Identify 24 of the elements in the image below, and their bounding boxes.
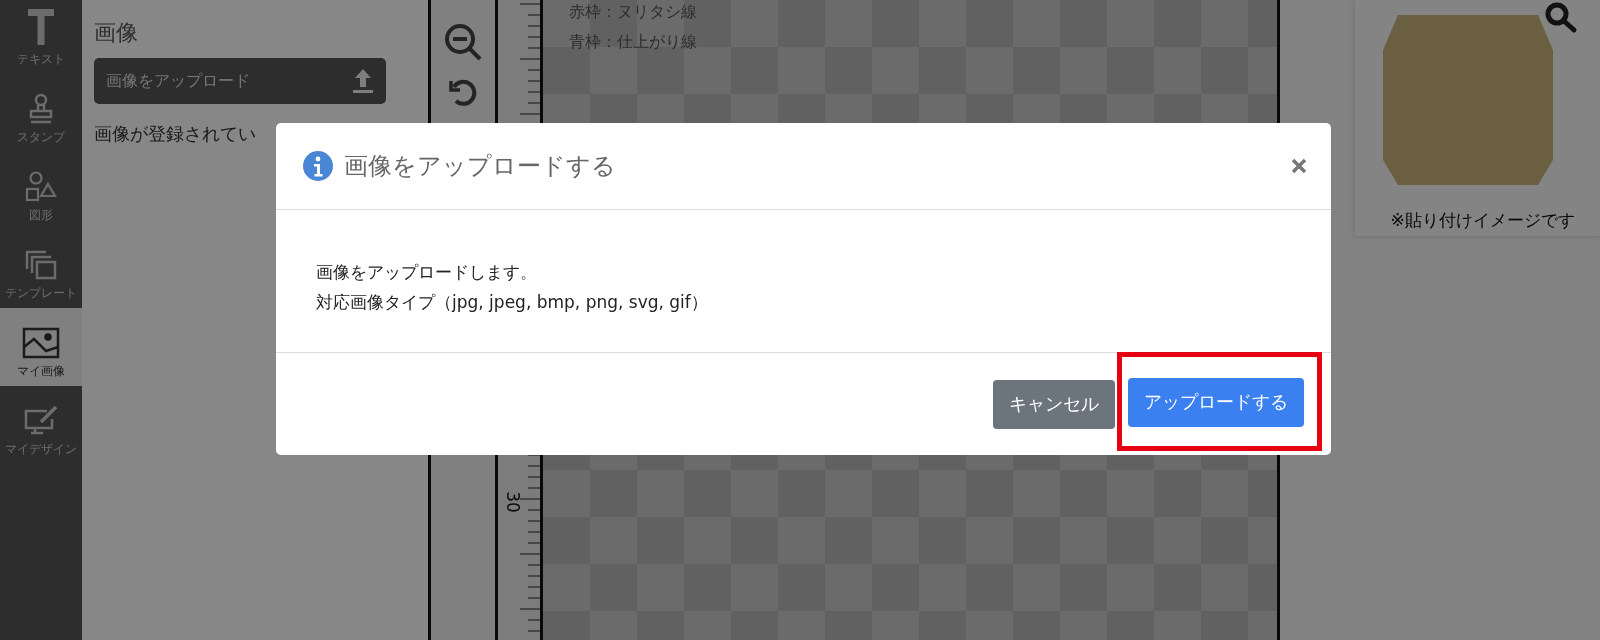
monitor-brush-icon xyxy=(23,405,59,437)
layers-icon xyxy=(24,249,58,281)
search-icon[interactable] xyxy=(1544,2,1578,34)
dialog-title: 画像をアップロードする xyxy=(344,151,617,182)
preview-caption: ※貼り付けイメージです xyxy=(1390,209,1575,232)
panel-title: 画像 xyxy=(94,19,139,47)
info-icon xyxy=(302,150,334,182)
empty-message: 画像が登録されてい xyxy=(94,122,257,146)
sidebar-item[interactable]: 図形 xyxy=(0,152,82,230)
sidebar-item[interactable]: スタンプ xyxy=(0,74,82,152)
zoom-out-icon[interactable] xyxy=(443,22,483,62)
upload-button[interactable]: 画像をアップロード xyxy=(94,58,386,104)
shapes-icon xyxy=(24,171,58,203)
upload-icon xyxy=(352,68,374,94)
dialog-text: 対応画像タイプ（jpg, jpeg, bmp, png, svg, gif） xyxy=(316,291,709,314)
close-icon[interactable] xyxy=(1291,158,1307,174)
text-icon xyxy=(26,7,56,47)
undo-icon[interactable] xyxy=(448,78,478,108)
sidebar-item[interactable]: マイ画像 xyxy=(0,308,82,386)
image-icon xyxy=(22,327,60,359)
cancel-button[interactable]: キャンセル xyxy=(993,379,1115,429)
ruler-label: 30 xyxy=(502,491,523,513)
upload-button[interactable]: アップロードする xyxy=(1128,377,1304,427)
dialog-text: 画像をアップロードします。 xyxy=(316,261,538,284)
